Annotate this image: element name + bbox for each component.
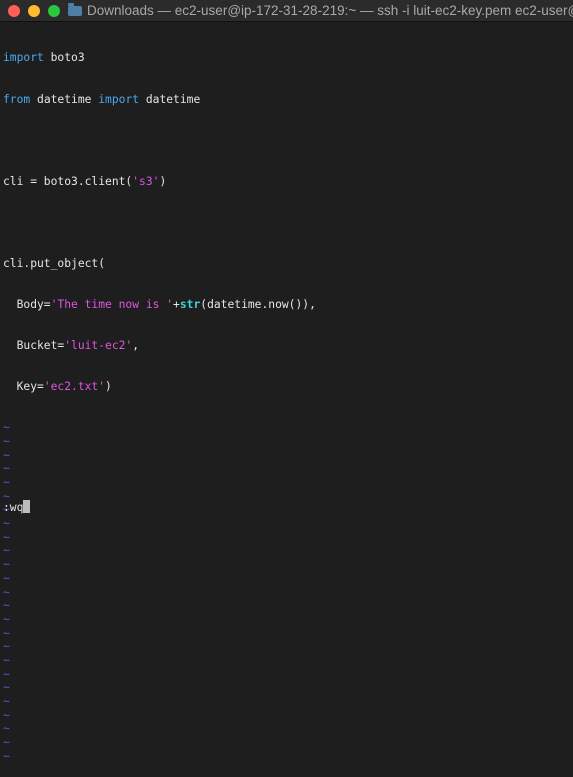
keyword: from xyxy=(3,92,31,106)
string-literal: 'The time now is ' xyxy=(50,297,174,311)
tilde-marker: ~ xyxy=(3,736,10,750)
window-titlebar: Downloads — ec2-user@ip-172-31-28-219:~ … xyxy=(0,0,573,22)
code-line-2: from datetime import datetime xyxy=(3,93,573,107)
code-text: ) xyxy=(159,174,167,188)
string-literal: 's3' xyxy=(132,174,160,188)
tilde-marker: ~ xyxy=(3,612,10,626)
tilde-marker: ~ xyxy=(3,653,10,667)
code-text: Body= xyxy=(3,297,51,311)
code-text: Bucket= xyxy=(3,339,65,353)
code-line-9: Key='ec2.txt') xyxy=(3,380,573,394)
zoom-window-button[interactable] xyxy=(48,4,60,17)
code-text: ) xyxy=(105,380,112,394)
tilde-marker: ~ xyxy=(3,558,10,572)
close-window-button[interactable] xyxy=(8,4,20,17)
code-text: cli = boto3.client( xyxy=(3,174,133,188)
tilde-marker: ~ xyxy=(3,476,10,489)
tilde-marker: ~ xyxy=(3,749,10,763)
code-text: , xyxy=(132,339,140,353)
string-literal: 'ec2.txt' xyxy=(43,380,106,394)
code-text: cli.put_object( xyxy=(3,256,106,270)
empty-line-markers: ~ ~ ~ ~ ~ ~ ~ ~ ~ ~ ~ ~ ~ ~ ~ ~ ~ ~ ~ ~ ~ ~ ~ ~ ~ xyxy=(3,421,573,763)
terminal-editor[interactable]: import boto3 from datetime import dateti… xyxy=(0,22,573,763)
tilde-marker: ~ xyxy=(3,667,10,681)
tilde-marker: ~ xyxy=(3,448,10,462)
tilde-marker: ~ xyxy=(3,517,10,531)
code-text: boto3 xyxy=(43,51,85,65)
code-text: datetime xyxy=(139,92,201,106)
command-text: :wq xyxy=(3,501,24,514)
text-cursor xyxy=(23,500,31,513)
minimize-window-button[interactable] xyxy=(28,4,40,17)
code-text: Key= xyxy=(3,380,44,394)
folder-icon xyxy=(68,2,82,16)
tilde-marker: ~ xyxy=(3,599,10,613)
code-line-7: Body='The time now is '+str(datetime.now… xyxy=(3,298,573,312)
tilde-marker: ~ xyxy=(3,489,10,503)
tilde-marker: ~ xyxy=(3,571,10,585)
tilde-marker: ~ xyxy=(3,681,10,695)
window-controls xyxy=(8,4,60,17)
tilde-marker: ~ xyxy=(3,421,10,435)
code-text: + xyxy=(173,297,180,311)
window-title: Downloads — ec2-user@ip-172-31-28-219:~ … xyxy=(87,3,573,18)
tilde-marker: ~ xyxy=(3,585,10,599)
code-text: datetime xyxy=(30,92,99,106)
tilde-marker: ~ xyxy=(3,708,10,722)
tilde-marker: ~ xyxy=(3,462,10,476)
keyword: import xyxy=(3,51,44,65)
tilde-marker: ~ xyxy=(3,503,10,517)
code-line-6: cli.put_object( xyxy=(3,257,573,271)
code-line-8: Bucket='luit-ec2', xyxy=(3,339,573,353)
tilde-marker: ~ xyxy=(3,695,10,708)
code-line-4: cli = boto3.client('s3') xyxy=(3,175,573,189)
tilde-marker: ~ xyxy=(3,530,10,544)
keyword: import xyxy=(98,92,140,106)
vim-command-line[interactable]: :wq xyxy=(3,500,31,514)
tilde-marker: ~ xyxy=(3,544,10,558)
tilde-marker: ~ xyxy=(3,722,10,736)
code-line-1: import boto3 xyxy=(3,51,573,65)
builtin-function: str xyxy=(179,297,201,311)
string-literal: 'luit-ec2' xyxy=(64,339,133,353)
tilde-marker: ~ xyxy=(3,640,10,654)
tilde-marker: ~ xyxy=(3,626,10,640)
code-text: (datetime.now()), xyxy=(200,297,316,311)
tilde-marker: ~ xyxy=(3,434,10,448)
